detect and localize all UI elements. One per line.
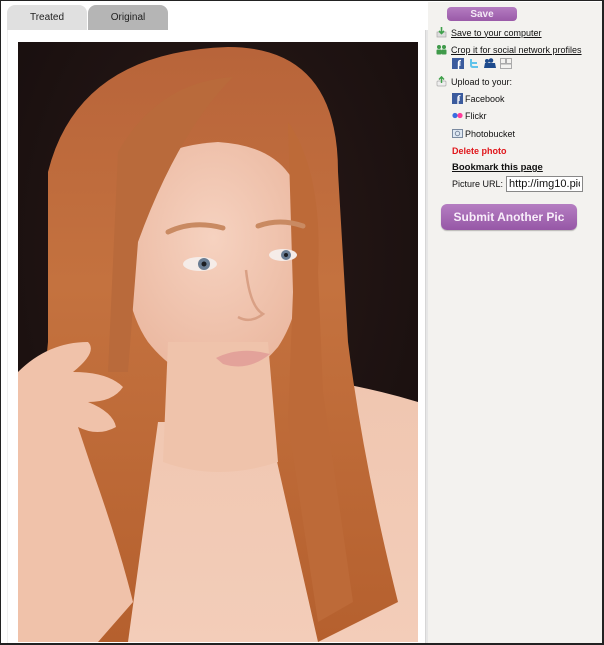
delete-row: Delete photo bbox=[452, 146, 507, 156]
crop-social-icons bbox=[452, 58, 512, 69]
twitter-icon[interactable] bbox=[468, 58, 480, 69]
page-frame: Treated Original Save Save to your compu… bbox=[0, 0, 604, 645]
upload-facebook-link[interactable]: Facebook bbox=[465, 94, 505, 104]
submit-another-pic-button[interactable]: Submit Another Pic bbox=[441, 204, 577, 230]
submit-button-label: Submit Another Pic bbox=[453, 210, 565, 224]
upload-photobucket-link[interactable]: Photobucket bbox=[465, 129, 515, 139]
save-to-computer-link[interactable]: Save to your computer bbox=[451, 28, 542, 38]
upload-facebook-row[interactable]: Facebook bbox=[452, 93, 505, 104]
bookmark-link[interactable]: Bookmark this page bbox=[452, 162, 543, 173]
sidebar: Save Save to your computer Crop it for s… bbox=[428, 2, 602, 643]
upload-flickr-link[interactable]: Flickr bbox=[465, 111, 487, 121]
upload-photobucket-row[interactable]: Photobucket bbox=[452, 128, 515, 139]
friends-icon[interactable] bbox=[500, 58, 512, 69]
upload-row: Upload to your: bbox=[436, 75, 513, 87]
facebook-icon[interactable] bbox=[452, 58, 464, 69]
crop-link[interactable]: Crop it for social network profiles bbox=[451, 45, 582, 55]
tab-treated[interactable]: Treated bbox=[7, 5, 87, 30]
crop-row: Crop it for social network profiles bbox=[436, 44, 582, 55]
delete-photo-link[interactable]: Delete photo bbox=[452, 146, 507, 156]
people-icon bbox=[436, 44, 447, 55]
facebook-icon bbox=[452, 93, 463, 104]
portrait-image bbox=[18, 42, 418, 642]
upload-icon bbox=[436, 75, 447, 87]
picture-url-label: Picture URL: bbox=[452, 179, 504, 189]
photobucket-icon bbox=[452, 128, 463, 139]
tab-original-label: Original bbox=[110, 12, 146, 23]
tab-original[interactable]: Original bbox=[88, 5, 168, 30]
myspace-icon[interactable] bbox=[484, 58, 496, 69]
upload-label: Upload to your: bbox=[451, 76, 513, 87]
picture-url-input[interactable] bbox=[506, 176, 584, 192]
tab-treated-label: Treated bbox=[29, 12, 65, 23]
download-icon bbox=[436, 27, 447, 38]
upload-flickr-row[interactable]: Flickr bbox=[452, 110, 487, 121]
view-tabs: Treated Original bbox=[7, 5, 168, 30]
bookmark-row: Bookmark this page bbox=[452, 162, 543, 173]
save-to-computer-row: Save to your computer bbox=[436, 27, 542, 38]
flickr-icon bbox=[452, 110, 463, 121]
photo bbox=[18, 42, 418, 642]
save-button-label: Save bbox=[470, 8, 494, 20]
picture-url-row: Picture URL: bbox=[452, 176, 584, 192]
save-button[interactable]: Save bbox=[447, 7, 517, 21]
